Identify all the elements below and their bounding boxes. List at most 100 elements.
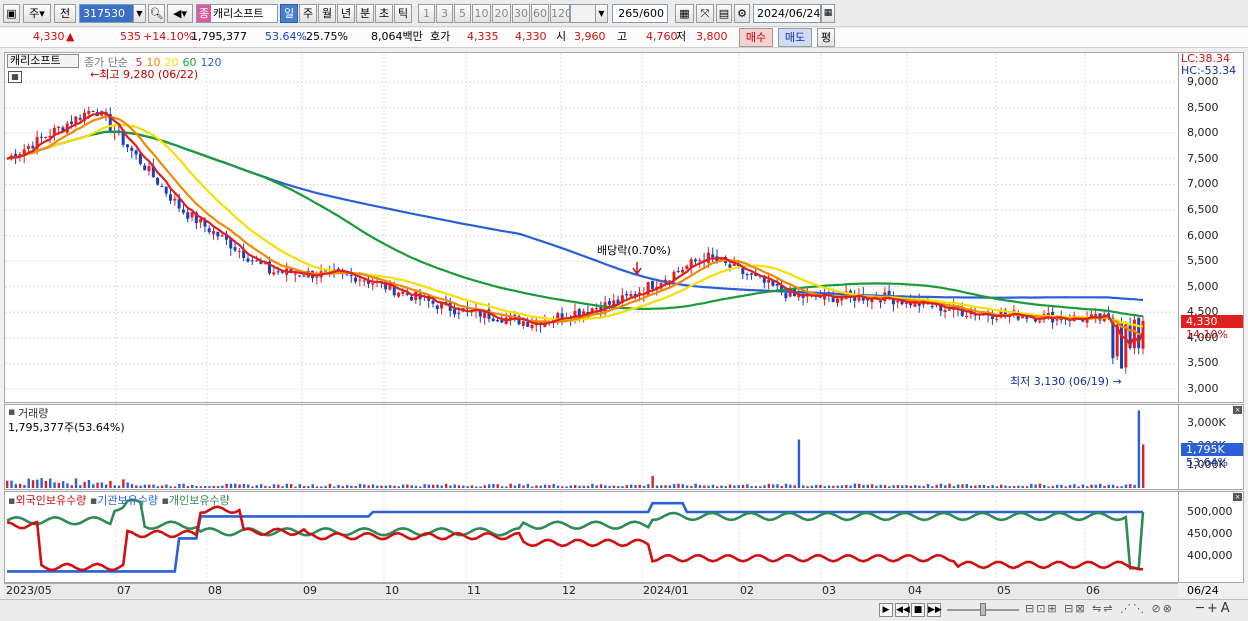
- volume-bar: [797, 439, 801, 488]
- volume-bar: [70, 485, 73, 488]
- volume-bar: [1111, 484, 1115, 488]
- volume-bar: [152, 484, 155, 488]
- volume-bar: [307, 486, 310, 488]
- candle-body: [685, 265, 689, 270]
- chart-grid-icon[interactable]: ▦: [8, 71, 22, 83]
- volume-bar: [1107, 484, 1110, 488]
- candle-body: [371, 283, 375, 285]
- volume-bar: [647, 484, 650, 488]
- volume-bar: [345, 485, 349, 488]
- volume-bar: [961, 484, 964, 488]
- volume-bar: [853, 483, 857, 488]
- price-tick-label: 6,000: [1187, 228, 1219, 242]
- volume-bar: [203, 485, 207, 488]
- scroll-last-icon[interactable]: ▶▶: [927, 603, 942, 617]
- volume-bar: [806, 486, 809, 488]
- volume-bar: [759, 486, 762, 488]
- volume-bar: [1094, 484, 1098, 488]
- candle-body: [453, 309, 457, 315]
- zoom-controls[interactable]: ─+A: [1196, 601, 1233, 616]
- volume-bar: [733, 485, 736, 488]
- scroll-first-icon[interactable]: ◀◀: [895, 603, 910, 617]
- price-tick-label: 5,000: [1187, 279, 1219, 293]
- x-axis-label: 12: [562, 584, 576, 597]
- volume-bar: [926, 483, 930, 488]
- volume-bar: [61, 481, 65, 488]
- volume-bar: [604, 485, 607, 488]
- price-tick-label: 9,000: [1187, 75, 1219, 88]
- volume-bar: [135, 485, 138, 488]
- volume-bar: [242, 483, 246, 488]
- volume-bar: [432, 484, 435, 488]
- volume-bar: [896, 485, 900, 488]
- volume-bar: [802, 485, 805, 488]
- volume-bar: [634, 485, 637, 488]
- holdings-legend-marker-3: ▪: [161, 494, 169, 507]
- volume-bar: [561, 486, 564, 488]
- drawing-tools[interactable]: ⊟⊡⊞ ⊟⊠ ⇋⇌ ⋰⋱ ⊘⊗: [1025, 602, 1174, 615]
- candle-body: [186, 212, 190, 219]
- stock-name-box-label: 캐리소프트: [10, 54, 61, 67]
- volume-bar: [711, 484, 715, 488]
- candle-body: [199, 218, 203, 223]
- volume-bar: [79, 485, 82, 488]
- price-tick-label: 8,000: [1187, 126, 1219, 140]
- volume-bar: [199, 486, 203, 488]
- volume-bar: [1073, 484, 1076, 488]
- volume-bar: [238, 484, 241, 488]
- volume-bar: [363, 484, 366, 488]
- volume-bar: [1038, 483, 1042, 488]
- volume-bar: [1043, 484, 1046, 488]
- volume-bar: [1021, 485, 1024, 488]
- volume-bar: [371, 484, 375, 488]
- volume-bar: [965, 484, 968, 488]
- volume-bar: [845, 484, 848, 488]
- holdings-legend: ▪외국인보유수량 ▪기관보유수량 ▪개인보유수량: [8, 492, 230, 508]
- candle-body: [233, 247, 237, 251]
- candle-body: [728, 264, 732, 268]
- volume-bar: [565, 486, 568, 488]
- volume-bar: [862, 485, 865, 488]
- volume-bar: [1086, 486, 1089, 488]
- volume-pct-tag: 53.64%: [1186, 456, 1228, 469]
- volume-bar: [905, 485, 908, 488]
- volume-bar: [1090, 484, 1093, 488]
- price-tick-label: 7,000: [1187, 177, 1219, 191]
- volume-bar: [1081, 484, 1085, 488]
- stop-icon[interactable]: ■: [911, 603, 925, 617]
- volume-bar: [741, 484, 745, 488]
- volume-bar: [31, 480, 35, 488]
- volume-close-icon[interactable]: ×: [1233, 406, 1242, 414]
- volume-bar: [74, 478, 78, 488]
- volume-bar: [462, 485, 465, 488]
- volume-bar: [952, 486, 956, 488]
- volume-bar: [341, 486, 345, 488]
- stock-name-box[interactable]: 캐리소프트: [7, 54, 79, 68]
- volume-bar: [1047, 486, 1050, 488]
- volume-bar: [401, 484, 405, 488]
- volume-bar: [1077, 486, 1080, 488]
- volume-bar: [668, 485, 672, 488]
- volume-bar: [1142, 444, 1145, 488]
- volume-bar: [397, 486, 400, 488]
- volume-bar: [1051, 486, 1055, 488]
- volume-bar: [1124, 484, 1128, 488]
- volume-bar: [629, 484, 633, 488]
- volume-bar: [423, 484, 426, 488]
- volume-bar: [393, 485, 396, 488]
- candle-body: [220, 235, 224, 237]
- zoom-slider-thumb[interactable]: [980, 603, 986, 616]
- scroll-right-icon[interactable]: ▶: [879, 603, 893, 617]
- candle-body: [1124, 324, 1128, 368]
- candle-body: [650, 281, 654, 289]
- candle-body: [78, 117, 82, 120]
- volume-bar: [901, 485, 904, 488]
- price-tick-label: 7,500: [1187, 151, 1219, 165]
- holdings-institution-line: [7, 501, 1143, 573]
- holdings-close-icon[interactable]: ×: [1233, 493, 1242, 501]
- volume-bar: [574, 485, 577, 488]
- candle-body: [607, 301, 611, 305]
- volume-bar: [784, 483, 788, 488]
- volume-bar: [909, 485, 913, 488]
- volume-bar: [23, 485, 26, 488]
